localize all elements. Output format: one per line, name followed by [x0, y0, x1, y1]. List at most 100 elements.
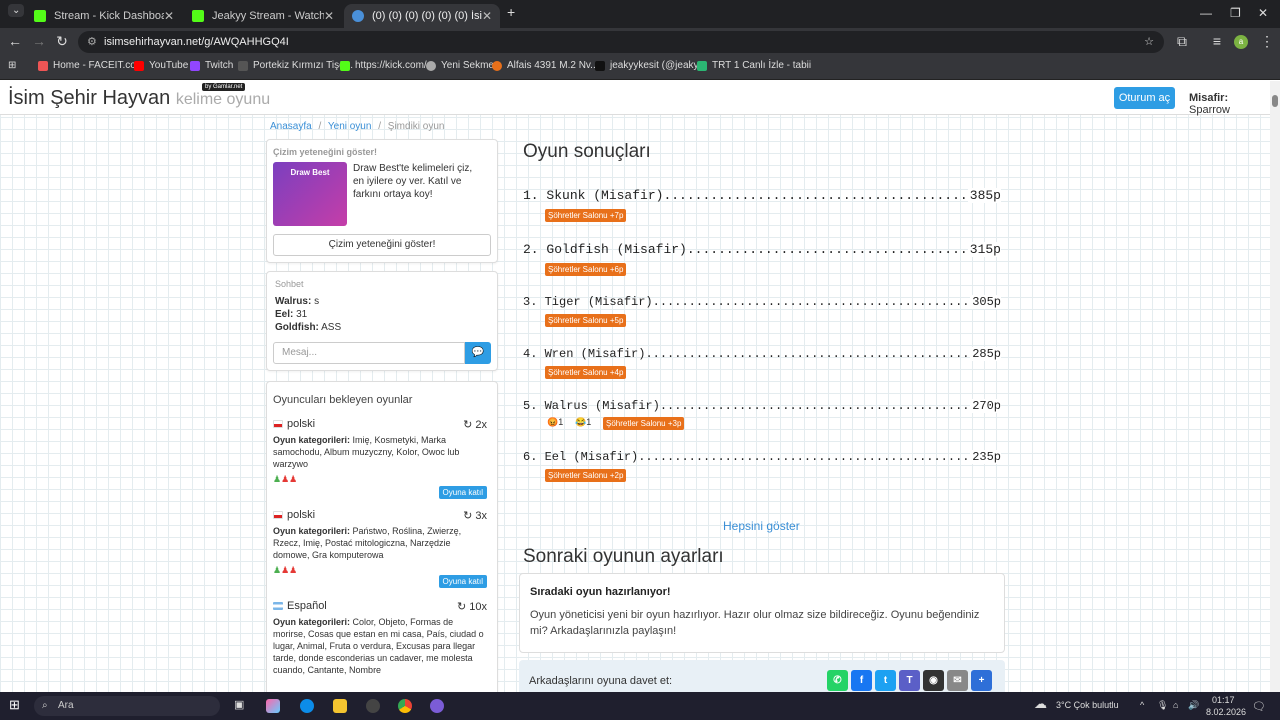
tray-chevron-icon[interactable]: ^ [1140, 700, 1144, 710]
login-button[interactable]: Oturum aç [1114, 87, 1175, 109]
email-icon[interactable]: ✉ [947, 670, 968, 691]
minimize-icon[interactable]: — [1200, 6, 1212, 20]
scrollbar-thumb[interactable] [1272, 95, 1278, 107]
laugh-reaction[interactable]: 😂1 [575, 417, 591, 428]
apps-icon[interactable]: ⊞ [8, 60, 16, 71]
result-row: 4. Wren (Misafir).......................… [523, 347, 1001, 361]
kick-icon [340, 60, 350, 71]
share-plus-icon[interactable]: + [971, 670, 992, 691]
bookmark-kick[interactable]: https://kick.com/ [340, 60, 427, 71]
chat-input[interactable]: Mesaj... [273, 342, 465, 364]
result-row: 6. Eel (Misafir)........................… [523, 450, 1001, 464]
join-game-button[interactable]: Oyuna katıl [438, 486, 487, 499]
network-icon[interactable]: ⌂ [1173, 700, 1178, 710]
media-icon[interactable]: ≡ [1208, 33, 1226, 49]
result-row: 5. Walrus (Misafir).....................… [523, 399, 1001, 413]
result-row: 3. Tiger (Misafir)......................… [523, 295, 1001, 309]
shop-icon [492, 60, 502, 71]
reload-icon[interactable]: ↻ [53, 33, 71, 50]
taskbar-search[interactable]: ⌕ Ara [34, 696, 220, 716]
bookmark-youtube[interactable]: YouTube [134, 60, 188, 71]
site-info-icon[interactable]: ⚙ [87, 31, 97, 53]
breadcrumb-new-game[interactable]: Yeni oyun [328, 121, 372, 132]
tab-search-icon[interactable]: ⌄ [8, 4, 25, 17]
breadcrumb-current: Şimdiki oyun [387, 121, 445, 132]
rounds-icon: ↻ [463, 510, 473, 522]
facebook-icon[interactable]: f [851, 670, 872, 691]
snapchat-icon[interactable]: ◉ [923, 670, 944, 691]
bookmark-alfais[interactable]: Alfais 4391 M.2 Nv... [492, 60, 599, 71]
notifications-icon[interactable]: 🗨 [1252, 700, 1266, 713]
show-all-link[interactable]: Hepsini göster [723, 519, 800, 533]
bookmark-star-icon[interactable]: ☆ [1144, 31, 1154, 53]
close-icon[interactable]: ✕ [324, 9, 334, 23]
result-row: 1. Skunk (Misafir)......................… [523, 188, 1001, 203]
hall-of-fame-badge[interactable]: Şöhretler Salonu +6p [545, 263, 627, 276]
send-message-button[interactable]: 💬 [465, 342, 491, 364]
search-icon: ⌕ [42, 700, 48, 711]
app-icon[interactable] [366, 699, 380, 713]
hall-of-fame-badge[interactable]: Şöhretler Salonu +4p [545, 366, 627, 379]
menu-icon[interactable]: ⋮ [1258, 33, 1276, 50]
volume-icon[interactable]: 🔊 [1188, 700, 1199, 711]
close-icon[interactable]: ✕ [482, 9, 492, 23]
clock-date[interactable]: 8.02.2026 [1206, 707, 1246, 717]
bookmark-twitch[interactable]: Twitch [190, 60, 233, 71]
chrome-icon[interactable] [398, 699, 412, 713]
forward-icon[interactable]: → [30, 33, 48, 49]
kick-icon [34, 10, 46, 22]
bookmark-tiktok[interactable]: jeakyykesit (@jeaky... [595, 60, 706, 71]
clock-time[interactable]: 01:17 [1212, 695, 1235, 705]
weather-icon[interactable]: ☁ [1034, 696, 1047, 712]
hall-of-fame-badge[interactable]: Şöhretler Salonu +3p [603, 417, 685, 430]
teams-icon[interactable]: T [899, 670, 920, 691]
player-empty-icon: ♟♟ [281, 565, 298, 575]
new-tab-icon[interactable]: + [507, 4, 515, 20]
mic-icon[interactable]: 🎙 [1157, 700, 1168, 711]
close-icon[interactable]: ✕ [164, 9, 174, 23]
tab-isim-sehir-hayvan[interactable]: (0) (0) (0) (0) (0) (0) İsim Şehir Hayva… [344, 4, 500, 28]
bookmark-yeni-sekme[interactable]: Yeni Sekme [426, 60, 494, 71]
bookmark-portekiz[interactable]: Portekiz Kırmızı Tişö... [238, 60, 353, 71]
task-view-icon[interactable]: ▣ [234, 698, 248, 712]
draw-best-image[interactable]: Draw Best [273, 162, 347, 226]
weather-text[interactable]: 3°C Çok bulutlu [1056, 700, 1119, 710]
breadcrumb-home[interactable]: Anasayfa [270, 121, 312, 132]
player-empty-icon: ♟♟ [281, 474, 298, 484]
twitter-icon[interactable]: t [875, 670, 896, 691]
poland-flag-icon [273, 420, 283, 428]
file-explorer-icon[interactable] [333, 699, 347, 713]
chat-card: Sohbet Walrus: s Eel: 31 Goldfish: ASS M… [266, 271, 498, 371]
player-slots: ♟♟♟ [273, 474, 487, 485]
site-header: İsim Şehir Hayvan kelime oyunu by Gamlar… [0, 81, 1270, 116]
url-field[interactable]: ⚙ isimsehirhayvan.net/g/AWQAHHGQ4I ☆ [78, 31, 1164, 53]
rounds-icon: ↻ [456, 601, 467, 613]
extensions-icon[interactable]: ⧉ [1173, 33, 1191, 50]
hall-of-fame-badge[interactable]: Şöhretler Salonu +7p [545, 209, 627, 222]
show-drawing-button[interactable]: Çizim yeteneğini göster! [273, 234, 491, 256]
promo-text: Draw Best'te kelimeleri çiz, en iyilere … [353, 163, 473, 200]
tab-kick-dashboard[interactable]: Stream - Kick Dashboard ✕ [26, 4, 182, 28]
tab-jeakyy-stream[interactable]: Jeakyy Stream - Watch Live on Kick ✕ [184, 4, 342, 28]
whatsapp-icon[interactable]: ✆ [827, 670, 848, 691]
tabii-icon [697, 60, 707, 71]
next-game-card: Sıradaki oyun hazırlanıyor! Oyun yönetic… [519, 573, 1005, 653]
bookmark-trt[interactable]: TRT 1 Canlı İzle - tabii [697, 60, 811, 71]
back-icon[interactable]: ← [6, 33, 24, 49]
restore-icon[interactable]: ❐ [1230, 6, 1241, 20]
angry-reaction[interactable]: 😡1 [547, 417, 563, 428]
result-row: 2. Goldfish (Misafir)...................… [523, 242, 1001, 257]
discord-icon[interactable] [430, 699, 444, 713]
windows-start-icon[interactable]: ⊞ [9, 697, 23, 712]
hall-of-fame-badge[interactable]: Şöhretler Salonu +2p [545, 469, 627, 482]
copilot-icon[interactable] [266, 699, 280, 713]
kick-icon [192, 10, 204, 22]
edge-icon[interactable] [300, 699, 314, 713]
bookmarks-bar: ⊞ Home - FACEIT.com YouTube Twitch Porte… [0, 56, 1280, 80]
window-close-icon[interactable]: ✕ [1258, 6, 1268, 20]
hall-of-fame-badge[interactable]: Şöhretler Salonu +5p [545, 314, 627, 327]
bookmark-faceit[interactable]: Home - FACEIT.com [38, 60, 144, 71]
profile-avatar[interactable]: a [1234, 35, 1248, 49]
page-scrollbar[interactable] [1270, 81, 1280, 692]
join-game-button[interactable]: Oyuna katıl [438, 575, 487, 588]
